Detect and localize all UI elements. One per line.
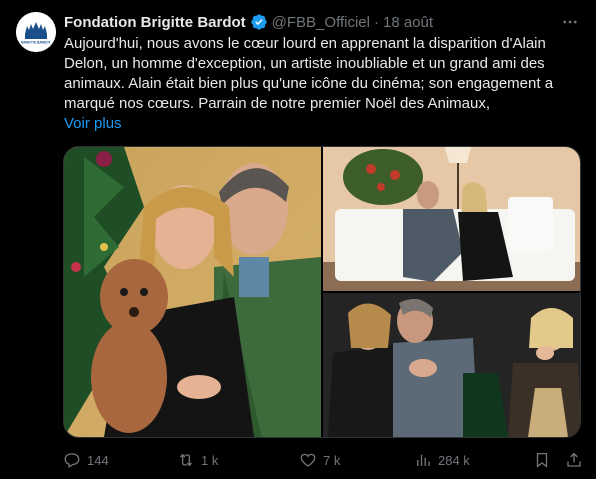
view-count: 284 k bbox=[438, 452, 470, 468]
media-grid bbox=[63, 146, 581, 438]
heart-icon bbox=[300, 453, 316, 467]
verified-badge-icon bbox=[250, 13, 268, 31]
photo-main[interactable] bbox=[64, 147, 321, 437]
views-button[interactable]: 284 k bbox=[414, 451, 470, 469]
tweet-header: Fondation Brigitte Bardot @FBB_Officiel … bbox=[64, 12, 580, 32]
bookmark-button[interactable] bbox=[533, 451, 551, 469]
foundation-logo: BRIGITTE BARDOT bbox=[16, 12, 56, 52]
bookmark-icon bbox=[536, 452, 548, 468]
repost-count: 1 k bbox=[201, 452, 219, 468]
avatar[interactable]: BRIGITTE BARDOT bbox=[16, 12, 56, 52]
logo-text: BRIGITTE BARDOT bbox=[21, 41, 50, 45]
tweet-text: Aujourd'hui, nous avons le cœur lourd en… bbox=[64, 35, 554, 112]
photo-bottom-right[interactable] bbox=[323, 293, 580, 437]
timestamp[interactable]: 18 août bbox=[383, 14, 433, 31]
share-icon bbox=[567, 452, 581, 467]
reply-button[interactable]: 144 bbox=[63, 451, 109, 469]
reply-icon bbox=[64, 453, 80, 468]
see-more-link[interactable]: Voir plus bbox=[64, 114, 580, 134]
separator-dot: · bbox=[373, 13, 379, 31]
repost-button[interactable]: 1 k bbox=[177, 451, 218, 469]
tweet-content: Fondation Brigitte Bardot @FBB_Officiel … bbox=[64, 12, 580, 134]
views-icon bbox=[417, 454, 430, 466]
author-handle[interactable]: @FBB_Officiel bbox=[272, 14, 370, 31]
like-button[interactable]: 7 k bbox=[299, 451, 340, 469]
more-icon[interactable] bbox=[560, 12, 580, 32]
author-name[interactable]: Fondation Brigitte Bardot bbox=[64, 14, 246, 31]
like-count: 7 k bbox=[323, 452, 341, 468]
tweet[interactable]: BRIGITTE BARDOT Fondation Brigitte Bardo… bbox=[0, 0, 596, 479]
repost-icon bbox=[179, 453, 193, 467]
share-button[interactable] bbox=[565, 451, 583, 469]
action-bar: 144 1 k 7 k 284 k bbox=[63, 448, 581, 472]
reply-count: 144 bbox=[87, 452, 109, 468]
photo-top-right[interactable] bbox=[323, 147, 580, 291]
